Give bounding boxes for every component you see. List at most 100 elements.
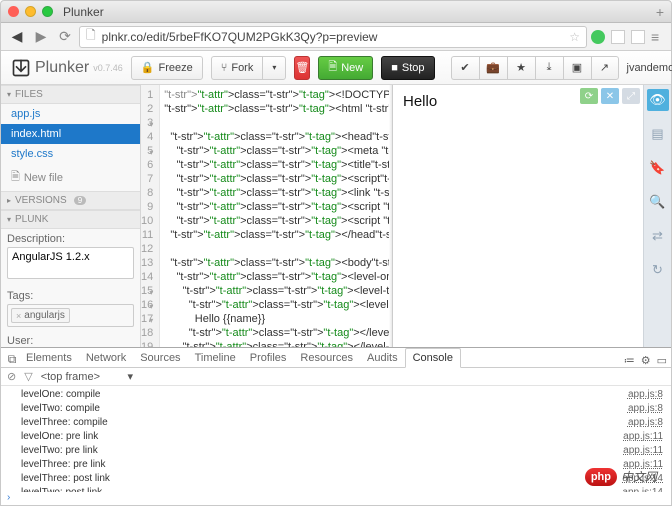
devtools-settings-icon[interactable]: ⚙ [641, 354, 651, 367]
inspect-icon[interactable]: ⧉ [5, 352, 19, 367]
check-button[interactable]: ✔ [451, 56, 479, 80]
browser-nav: ◀ ▶ ⟳ 🗋 plnkr.co/edit/5rbeFfKO7QUM2PGkK3… [1, 23, 671, 51]
rail-bookmark-icon[interactable]: 🔖 [647, 157, 669, 179]
back-button[interactable]: ◀ [7, 28, 27, 45]
rail-sheet-icon[interactable]: ▤ [647, 123, 669, 145]
delete-button[interactable]: 🗑 [294, 56, 310, 80]
versions-section-header[interactable]: ▸VERSIONS9 [1, 191, 140, 210]
description-label: Description: [7, 233, 134, 245]
console-output[interactable]: levelOne: compileapp.js:8levelTwo: compi… [1, 386, 671, 492]
share-button[interactable]: ↗ [591, 56, 619, 80]
description-input[interactable]: AngularJS 1.2.x [7, 247, 134, 279]
console-location-link[interactable]: app.js:8 [628, 402, 663, 416]
line-gutter: 12 ▾ 34 ▾ 5 6 7 8 9 10 11 12 1314 ▾15 ▾1… [141, 85, 160, 347]
app-toolbar: Plunker v0.7.46 🔒 Freeze ⑂ Fork ▾ 🗑 🗎 Ne… [1, 51, 671, 85]
embed-button[interactable]: ▣ [563, 56, 591, 80]
reload-button[interactable]: ⟳ [55, 28, 75, 45]
plunk-section-header[interactable]: ▾PLUNK [1, 210, 140, 229]
rail-swap-icon[interactable]: ⇄ [647, 225, 669, 247]
file-app-js[interactable]: app.js [1, 104, 140, 124]
console-location-link[interactable]: app.js:11 [623, 444, 663, 458]
remove-tag-icon[interactable]: × [16, 311, 21, 321]
preview-pane: ⟳ ✕ ⤢ Hello [393, 85, 643, 347]
star-button[interactable]: ★ [507, 56, 535, 80]
preview-close-button[interactable]: ✕ [601, 88, 619, 104]
devtab-console[interactable]: Console [405, 348, 461, 368]
sidebar: ▾FILES app.js index.html style.css 🗎New … [1, 85, 141, 347]
new-button[interactable]: 🗎 New [318, 56, 373, 80]
globe-icon: 🗋 [86, 26, 96, 47]
console-message: levelThree: pre link [21, 458, 623, 472]
file-style-css[interactable]: style.css [1, 144, 140, 164]
new-file-icon: 🗎 [11, 168, 20, 187]
filter-icon[interactable]: ▽ [24, 370, 32, 383]
rail-retweet-icon[interactable]: ↻ [647, 259, 669, 281]
console-message: levelTwo: post link [21, 486, 622, 492]
preview-expand-button[interactable]: ⤢ [622, 88, 640, 104]
tag-angularjs[interactable]: ×angularjs [11, 308, 70, 323]
fork-dropdown-button[interactable]: ▾ [262, 56, 286, 80]
ext-1-icon[interactable] [591, 30, 605, 44]
new-file-button[interactable]: 🗎New file [1, 164, 140, 191]
app-version: v0.7.46 [93, 63, 123, 73]
devtools-dock-icon[interactable]: ▭ [657, 354, 667, 367]
console-message: levelThree: post link [21, 472, 622, 486]
freeze-button[interactable]: 🔒 Freeze [131, 56, 203, 80]
user-menu[interactable]: jvandemo▾ [627, 62, 672, 74]
console-row[interactable]: levelOne: pre linkapp.js:11 [21, 430, 671, 444]
console-row[interactable]: levelThree: post linkapp.js:14 [21, 472, 671, 486]
console-location-link[interactable]: app.js:8 [628, 416, 663, 430]
console-message: levelThree: compile [21, 416, 628, 430]
console-row[interactable]: levelTwo: compileapp.js:8 [21, 402, 671, 416]
devtab-elements[interactable]: Elements [19, 349, 79, 367]
briefcase-button[interactable]: 💼 [479, 56, 507, 80]
console-input[interactable]: › [1, 492, 671, 505]
devtab-resources[interactable]: Resources [293, 349, 360, 367]
console-message: levelTwo: compile [21, 402, 628, 416]
stop-button[interactable]: ■ Stop [381, 56, 434, 80]
clear-console-icon[interactable]: ⊘ [7, 370, 16, 383]
devtab-profiles[interactable]: Profiles [243, 349, 294, 367]
console-row[interactable]: levelOne: compileapp.js:8 [21, 388, 671, 402]
console-location-link[interactable]: app.js:11 [623, 430, 663, 444]
new-tab-button[interactable]: + [656, 4, 664, 20]
console-message: levelOne: compile [21, 388, 628, 402]
url-input[interactable]: 🗋 plnkr.co/edit/5rbeFfKO7QUM2PGkK3Qy?p=p… [79, 26, 587, 48]
console-location-link[interactable]: app.js:8 [628, 388, 663, 402]
console-message: levelOne: pre link [21, 430, 623, 444]
console-row[interactable]: levelThree: compileapp.js:8 [21, 416, 671, 430]
files-section-header[interactable]: ▾FILES [1, 85, 140, 104]
download-button[interactable]: ⤓ [535, 56, 563, 80]
code-editor[interactable]: 12 ▾ 34 ▾ 5 6 7 8 9 10 11 12 1314 ▾15 ▾1… [141, 85, 393, 347]
preview-refresh-button[interactable]: ⟳ [580, 88, 598, 104]
right-rail: 👁 ▤ 🔖 🔍 ⇄ ↻ [643, 85, 671, 347]
app-brand[interactable]: Plunker v0.7.46 [11, 58, 123, 78]
devtools-drawer-icon[interactable]: ≔ [624, 354, 635, 367]
ext-3-icon[interactable] [631, 30, 645, 44]
context-selector[interactable]: <top frame> ▾ [41, 370, 133, 383]
bookmark-icon[interactable]: ☆ [569, 30, 580, 44]
file-index-html[interactable]: index.html [1, 124, 140, 144]
browser-tab-title[interactable]: Plunker [63, 5, 104, 19]
forward-button[interactable]: ▶ [31, 28, 51, 45]
ext-2-icon[interactable] [611, 30, 625, 44]
console-row[interactable]: levelTwo: pre linkapp.js:11 [21, 444, 671, 458]
maximize-window-button[interactable] [42, 6, 53, 17]
console-context-bar: ⊘ ▽ <top frame> ▾ [1, 368, 671, 386]
devtab-audits[interactable]: Audits [360, 349, 405, 367]
minimize-window-button[interactable] [25, 6, 36, 17]
chrome-menu-icon[interactable]: ≡ [651, 30, 665, 44]
tags-label: Tags: [7, 290, 134, 302]
devtab-timeline[interactable]: Timeline [188, 349, 243, 367]
plunker-logo-icon [11, 58, 31, 78]
close-window-button[interactable] [8, 6, 19, 17]
devtab-network[interactable]: Network [79, 349, 133, 367]
rail-search-icon[interactable]: 🔍 [647, 191, 669, 213]
console-location-link[interactable]: app.js:14 [622, 486, 663, 492]
devtools: ⧉ Elements Network Sources Timeline Prof… [1, 347, 671, 505]
console-row[interactable]: levelTwo: post linkapp.js:14 [21, 486, 671, 492]
rail-preview-icon[interactable]: 👁 [647, 89, 669, 111]
console-row[interactable]: levelThree: pre linkapp.js:11 [21, 458, 671, 472]
devtab-sources[interactable]: Sources [133, 349, 187, 367]
fork-button[interactable]: ⑂ Fork [211, 56, 263, 80]
